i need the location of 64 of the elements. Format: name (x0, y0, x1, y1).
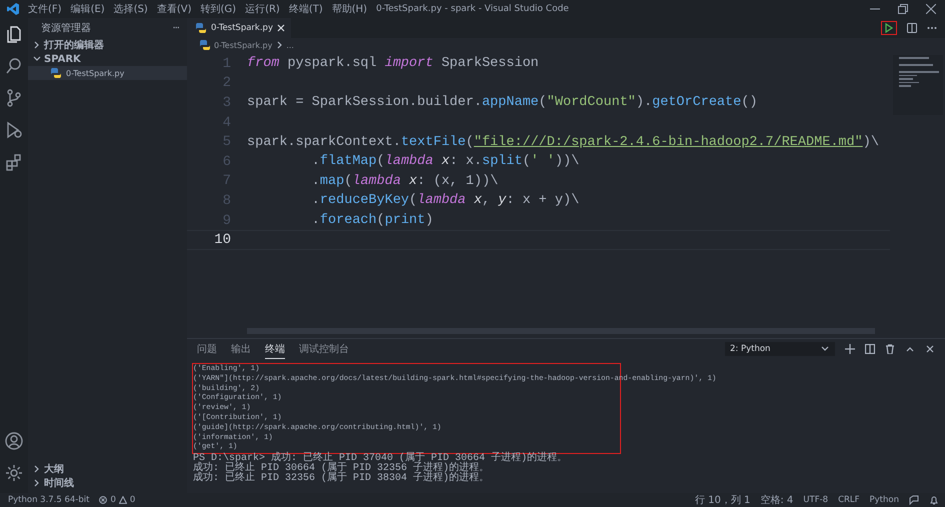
split-terminal-icon[interactable] (865, 344, 875, 354)
window-title: 0-TestSpark.py - spark - Visual Studio Code (376, 4, 569, 14)
language-status[interactable]: Python (870, 495, 899, 505)
restore-icon[interactable] (898, 4, 908, 14)
menu-item[interactable]: 帮助(H) (330, 2, 370, 16)
editor-tab[interactable]: 0-TestSpark.py (187, 18, 291, 38)
trash-icon[interactable] (885, 344, 895, 354)
feedback-icon[interactable] (909, 495, 919, 505)
close-icon[interactable] (926, 4, 936, 14)
menu-item[interactable]: 转到(G) (198, 2, 238, 16)
bell-icon[interactable] (929, 495, 939, 505)
error-count: 0 (110, 495, 116, 505)
warning-count: 0 (130, 495, 136, 505)
more-icon[interactable] (927, 26, 937, 30)
section-header[interactable]: SPARK (28, 52, 187, 66)
encoding-status[interactable]: UTF-8 (803, 495, 828, 505)
file-item[interactable]: 0-TestSpark.py (28, 66, 187, 80)
play-icon (885, 23, 893, 33)
menu-item[interactable]: 运行(R) (243, 2, 282, 16)
line-number: 10 (213, 232, 231, 248)
panel-tab[interactable]: 问题 (197, 340, 217, 358)
line-ending-status[interactable]: CRLF (838, 495, 860, 505)
more-actions-button[interactable]: ··· (172, 22, 179, 34)
interpreter-status[interactable]: Python 3.7.5 64-bit (8, 495, 90, 505)
panel-tab[interactable]: 终端 (265, 340, 285, 358)
panel-tab[interactable]: 输出 (231, 340, 251, 358)
breadcrumb-item[interactable]: 0-TestSpark.py (214, 40, 272, 50)
code-line: from pyspark.sql import SparkSession (247, 56, 539, 72)
close-icon[interactable] (276, 24, 285, 32)
code-line: .flatMap(lambda x: x.split(' '))\ (310, 154, 580, 170)
terminal-line: 成功: 已终止 PID 32356 (属于 PID 38304 子进程)的进程。 (193, 474, 490, 484)
plus-icon[interactable] (845, 344, 855, 354)
breadcrumb-item[interactable]: ... (286, 40, 294, 50)
problems-status[interactable]: 0 0 (99, 495, 136, 505)
error-icon (99, 496, 108, 504)
indentation-status[interactable]: 空格: 4 (760, 493, 794, 507)
code-line: spark.sparkContext.textFile("file:///D:/spark-2.4.6-bin-hadoop2.7/README.md")\ (247, 134, 879, 150)
menu-item[interactable]: 终端(T) (286, 2, 325, 16)
close-icon[interactable] (925, 344, 935, 354)
cursor-position[interactable]: 行 10，列 1 (694, 493, 750, 507)
python-file-icon (50, 67, 62, 79)
code-line: .reduceByKey(lambda x, y: x + y)\ (310, 193, 580, 208)
code-line: spark = SparkSession.builder.appName("WordCount").getOrCreate() (247, 95, 758, 110)
terminal-dropdown[interactable]: 2: Python (725, 342, 835, 356)
menu-item[interactable]: 文件(F) (26, 2, 64, 16)
app-logo-icon (6, 2, 20, 16)
code-line: .foreach(print) (310, 213, 434, 228)
section-header[interactable]: 大纲 (28, 462, 187, 476)
warning-icon (118, 496, 127, 504)
split-editor-icon[interactable] (907, 23, 917, 33)
menu-item[interactable]: 选择(S) (112, 2, 150, 16)
section-header[interactable]: 时间线 (28, 476, 187, 490)
run-button[interactable] (881, 21, 897, 35)
python-file-icon (199, 39, 211, 51)
python-file-icon (195, 22, 207, 34)
chevron-right-icon (275, 40, 284, 50)
menu-item[interactable]: 编辑(E) (68, 2, 107, 16)
account-icon[interactable] (4, 431, 24, 451)
code-line: .map(lambda x: (x, 1))\ (310, 174, 498, 189)
section-header[interactable]: 打开的编辑器 (28, 38, 187, 52)
menu-item[interactable]: 查看(V) (154, 2, 194, 16)
settings-icon[interactable] (4, 463, 24, 483)
panel-tab[interactable]: 调试控制台 (299, 340, 349, 358)
explorer-title: 资源管理器 (41, 22, 92, 35)
